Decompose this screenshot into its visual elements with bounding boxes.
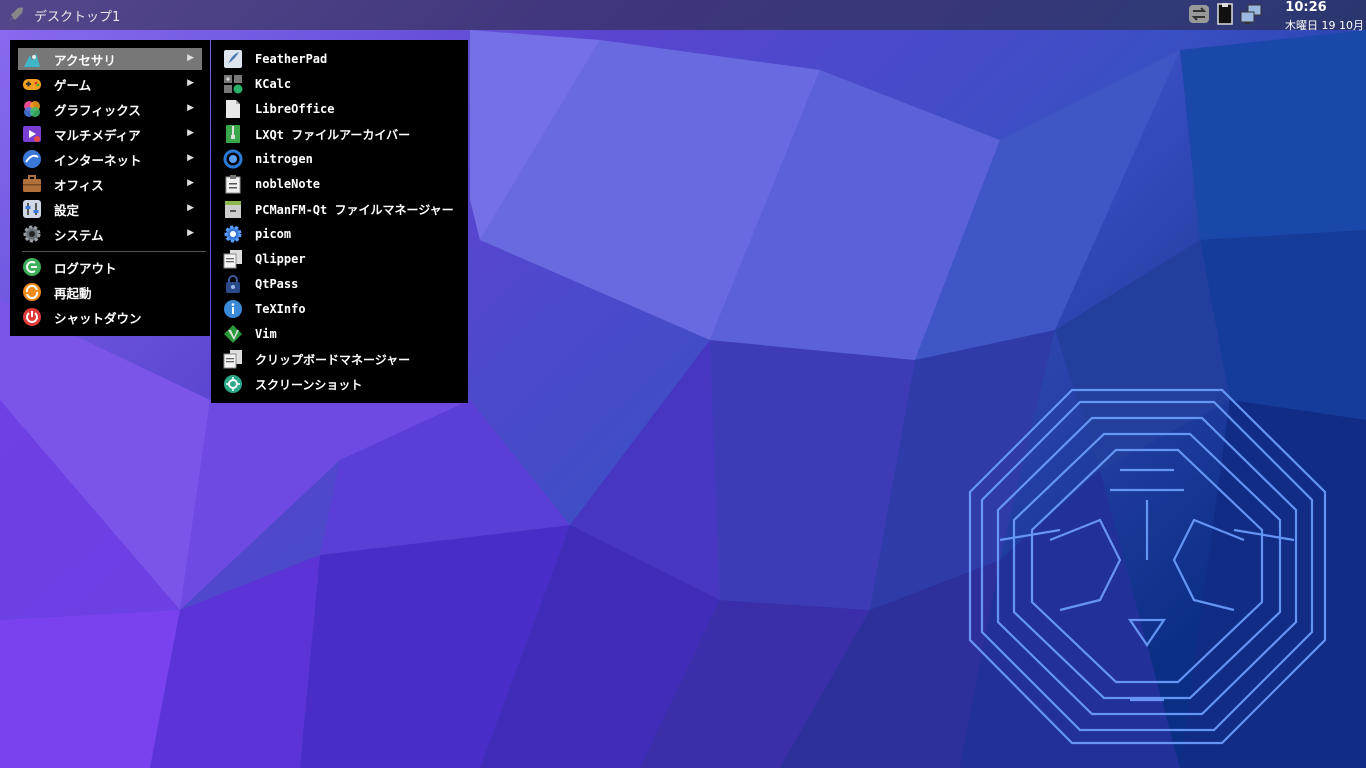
submenu-item-label: KCalc bbox=[255, 77, 292, 91]
submenu-item-pcmanfm-qt[interactable]: PCManFM-Qt ファイルマネージャー bbox=[221, 198, 461, 220]
submenu-item-label: nobleNote bbox=[255, 177, 321, 191]
internet-icon bbox=[23, 150, 41, 168]
submenu-item-label: PCManFM-Qt ファイルマネージャー bbox=[255, 202, 454, 217]
top-panel: デスクトップ1 10:26 木曜日 19 10月 bbox=[0, 0, 1366, 33]
menu-item-internet[interactable]: インターネット ▶ bbox=[18, 148, 202, 170]
power-icon bbox=[23, 308, 41, 326]
menu-item-multimedia[interactable]: マルチメディア ▶ bbox=[18, 123, 202, 145]
submenu-item-label: FeatherPad bbox=[255, 52, 328, 66]
submenu-item-label: picom bbox=[255, 227, 292, 241]
menu-item-accessories[interactable]: アクセサリ ▶ bbox=[18, 48, 202, 70]
accessories-icon bbox=[24, 53, 40, 67]
menu-item-label: グラフィックス bbox=[54, 102, 141, 118]
menu-item-label: 再起動 bbox=[54, 285, 92, 301]
svg-text:+: + bbox=[226, 76, 230, 84]
clock-date[interactable]: 木曜日 19 10月 bbox=[1264, 17, 1364, 33]
submenu-arrow-icon: ▶ bbox=[187, 203, 194, 213]
submenu-arrow-icon: ▶ bbox=[187, 178, 194, 188]
document-icon bbox=[226, 100, 240, 118]
menu-item-label: インターネット bbox=[54, 152, 142, 168]
logout-icon bbox=[23, 258, 41, 276]
submenu-item-label: nitrogen bbox=[255, 152, 313, 166]
submenu-item-label: QtPass bbox=[255, 277, 299, 291]
submenu-item-texinfo[interactable]: TeXInfo bbox=[221, 298, 461, 320]
submenu-item-featherpad[interactable]: FeatherPad bbox=[221, 48, 461, 70]
submenu-item-qtpass[interactable]: QtPass bbox=[221, 273, 461, 295]
menu-item-label: 設定 bbox=[54, 202, 80, 218]
briefcase-icon bbox=[23, 175, 41, 192]
settings-icon bbox=[23, 200, 41, 218]
submenu-item-lxqt-archiver[interactable]: LXQt ファイルアーカイバー bbox=[221, 123, 461, 145]
submenu-arrow-icon: ▶ bbox=[187, 228, 194, 238]
submenu-item-label: Qlipper bbox=[255, 252, 306, 266]
clipboard-note-icon bbox=[225, 175, 241, 194]
menu-item-label: ゲーム bbox=[54, 77, 92, 93]
submenu-item-kcalc[interactable]: + KCalc bbox=[221, 73, 461, 95]
featherpad-icon bbox=[224, 50, 242, 68]
menu-item-graphics[interactable]: グラフィックス ▶ bbox=[18, 98, 202, 120]
application-menu: アクセサリ ▶ ゲーム ▶ グラフィックス ▶ マルチメディア ▶ インターネッ… bbox=[10, 40, 210, 336]
nitrogen-icon bbox=[223, 149, 243, 169]
submenu-item-screenshot[interactable]: スクリーンショット bbox=[221, 373, 461, 395]
reboot-icon bbox=[23, 283, 41, 301]
gear-icon bbox=[23, 225, 41, 243]
submenu-item-label: クリップボードマネージャー bbox=[255, 352, 411, 367]
submenu-item-label: LibreOffice bbox=[255, 102, 335, 116]
rocket-icon[interactable] bbox=[4, 4, 26, 26]
screenshot-icon bbox=[224, 375, 242, 393]
submenu-arrow-icon: ▶ bbox=[187, 153, 194, 163]
network-transfer-icon[interactable] bbox=[1188, 3, 1210, 25]
logout-button[interactable]: ログアウト bbox=[18, 256, 202, 278]
submenu-arrow-icon: ▶ bbox=[187, 128, 194, 138]
submenu-item-nitrogen[interactable]: nitrogen bbox=[221, 148, 461, 170]
menu-item-label: システム bbox=[54, 227, 104, 243]
clipboard-icon bbox=[223, 250, 242, 269]
accessories-submenu: FeatherPad + KCalc LibreOffice LXQt ファイル… bbox=[211, 40, 468, 403]
gamepad-icon bbox=[23, 79, 41, 90]
menu-item-office[interactable]: オフィス ▶ bbox=[18, 173, 202, 195]
clipboard-manager-icon bbox=[223, 350, 242, 369]
menu-item-label: オフィス bbox=[54, 177, 104, 193]
submenu-item-noblenote[interactable]: nobleNote bbox=[221, 173, 461, 195]
calculator-icon: + bbox=[224, 75, 243, 94]
submenu-item-label: Vim bbox=[255, 327, 277, 341]
archive-icon bbox=[226, 125, 240, 143]
submenu-item-vim[interactable]: Vim bbox=[221, 323, 461, 345]
clipboard-tray-icon[interactable] bbox=[1214, 3, 1236, 25]
submenu-arrow-icon: ▶ bbox=[187, 78, 194, 88]
submenu-item-clipboard-manager[interactable]: クリップボードマネージャー bbox=[221, 348, 461, 370]
lock-icon bbox=[226, 275, 240, 293]
info-icon bbox=[224, 300, 242, 318]
submenu-arrow-icon: ▶ bbox=[187, 103, 194, 113]
menu-item-label: ログアウト bbox=[54, 260, 117, 276]
vim-icon bbox=[224, 325, 242, 343]
submenu-item-qlipper[interactable]: Qlipper bbox=[221, 248, 461, 270]
submenu-item-label: LXQt ファイルアーカイバー bbox=[255, 127, 411, 142]
reboot-button[interactable]: 再起動 bbox=[18, 281, 202, 303]
system-tray bbox=[1188, 3, 1262, 25]
submenu-item-libreoffice[interactable]: LibreOffice bbox=[221, 98, 461, 120]
submenu-item-label: TeXInfo bbox=[255, 302, 306, 316]
shutdown-button[interactable]: シャットダウン bbox=[18, 306, 202, 328]
submenu-item-picom[interactable]: picom bbox=[221, 223, 461, 245]
clock-time[interactable]: 10:26 bbox=[1256, 0, 1356, 15]
menu-item-games[interactable]: ゲーム ▶ bbox=[18, 73, 202, 95]
file-manager-icon bbox=[225, 201, 241, 218]
menu-item-settings[interactable]: 設定 ▶ bbox=[18, 198, 202, 220]
picom-gear-icon bbox=[224, 225, 242, 243]
multimedia-icon bbox=[23, 126, 41, 142]
menu-item-label: マルチメディア bbox=[54, 127, 141, 143]
menu-item-system[interactable]: システム ▶ bbox=[18, 223, 202, 245]
submenu-arrow-icon: ▶ bbox=[187, 53, 194, 63]
menu-item-label: シャットダウン bbox=[54, 310, 142, 326]
menu-separator bbox=[22, 251, 206, 252]
menu-item-label: アクセサリ bbox=[54, 52, 116, 68]
submenu-item-label: スクリーンショット bbox=[255, 377, 363, 392]
graphics-icon bbox=[24, 101, 40, 117]
desktop-switcher-label[interactable]: デスクトップ1 bbox=[34, 6, 120, 25]
